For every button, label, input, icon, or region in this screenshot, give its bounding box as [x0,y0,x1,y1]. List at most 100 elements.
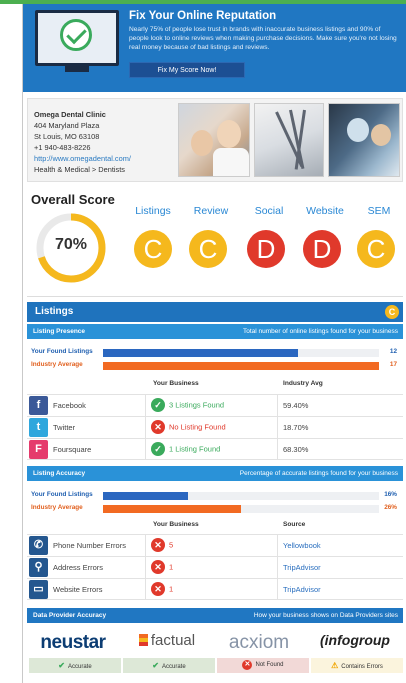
row-source-link[interactable]: TripAdvisor [283,585,321,594]
presence-avg-bar [103,362,379,370]
table-row: f Facebook ✓ 3 Listings Found 59.40% [27,394,403,416]
listings-section-header: Listings C [27,302,403,322]
category-label-review[interactable]: Review [181,205,241,217]
table-row: ⚲ Address Errors ✕ 1 TripAdvisor [27,556,403,578]
banner-title: Fix Your Online Reputation [129,10,277,22]
status-contains-errors: ⚠ Contains Errors [311,658,403,673]
accuracy-found-value: 16% [384,491,397,498]
facebook-icon: f [29,396,48,415]
business-phone: +1 940-483-8226 [34,143,91,152]
presence-found-row: Your Found Listings 12 [27,347,403,358]
phone-icon: ✆ [29,536,48,555]
status-accurate: ✔ Accurate [29,658,121,673]
dentist-patient-photo [178,103,250,177]
category-label-listings[interactable]: Listings [123,205,183,217]
business-name: Omega Dental Clinic [34,110,106,119]
banner-text: Nearly 75% of people lose trust in brand… [129,26,397,51]
acxiom-logo: acxiom [228,632,290,653]
cross-icon: ✕ [242,660,253,670]
table-row: t Twitter ✕ No Listing Found 18.70% [27,416,403,438]
overall-score-percent: 70% [54,236,88,253]
listing-accuracy-desc: Percentage of accurate listings found fo… [239,470,398,477]
grade-website: D [303,230,341,268]
foursquare-icon: F [29,440,48,459]
row-error-count: ✕ 1 [151,582,173,596]
accuracy-found-bar [103,492,188,500]
row-error-count: ✕ 1 [151,560,173,574]
presence-avg-label: Industry Average [31,361,83,368]
cross-icon: ✕ [151,560,165,574]
grade-listings: C [134,230,172,268]
infogroup-logo: (infogroup [320,632,390,648]
accuracy-table-header: Your Business Source [27,519,403,531]
col-industry-avg: Industry Avg [283,380,323,387]
listings-section-title: Listings [35,306,74,317]
monitor-check-icon [35,10,119,72]
presence-table-header: Your Business Industry Avg [27,378,403,390]
listing-presence-title: Listing Presence [33,328,86,335]
warning-icon: ⚠ [331,661,339,670]
listing-presence-desc: Total number of online listings found fo… [242,328,398,335]
cross-icon: ✕ [151,420,165,434]
business-category: Health & Medical > Dentists [34,165,125,174]
listing-presence-header: Listing Presence Total number of online … [27,324,403,339]
factual-logo: factual [123,632,211,649]
data-provider-desc: How your business shows on Data Provider… [253,612,398,619]
status-not-found: ✕ Not Found [217,658,309,673]
accuracy-avg-row: Industry Average 26% [27,503,403,514]
grade-review: C [189,230,227,268]
listing-accuracy-title: Listing Accuracy [33,470,86,477]
row-source-link[interactable]: Yellowbook [283,541,321,550]
row-industry-avg: 59.40% [283,401,309,410]
map-pin-icon: ⚲ [29,558,48,577]
accuracy-found-row: Your Found Listings 16% [27,490,403,501]
business-website-link[interactable]: http://www.omegadental.com/ [34,153,131,164]
row-status: ✓ 1 Listing Found [151,442,220,456]
category-label-website[interactable]: Website [295,205,355,217]
category-label-social[interactable]: Social [239,205,299,217]
listing-accuracy-header: Listing Accuracy Percentage of accurate … [27,466,403,481]
category-label-sem[interactable]: SEM [349,205,406,217]
check-icon: ✔ [152,661,159,670]
dental-tools-photo [254,103,324,177]
row-status: ✕ No Listing Found [151,420,226,434]
table-row: ✆ Phone Number Errors ✕ 5 Yellowbook [27,534,403,556]
report-page: Fix Your Online Reputation Nearly 75% of… [22,4,406,683]
business-address-line2: St Louis, MO 63108 [34,132,100,141]
row-error-name: Address Errors [53,563,104,572]
accuracy-found-label: Your Found Listings [31,491,93,498]
overall-score-title: Overall Score [31,192,115,207]
cross-icon: ✕ [151,538,165,552]
presence-avg-value: 17 [389,361,397,368]
col-source: Source [283,521,306,528]
accuracy-avg-value: 26% [384,504,397,511]
business-info: Omega Dental Clinic 404 Maryland Plaza S… [34,109,131,175]
data-provider-header: Data Provider Accuracy How your business… [27,608,403,623]
presence-found-value: 12 [389,348,397,355]
row-industry-avg: 18.70% [283,423,309,432]
score-category-labels: Listings Review Social Website SEM [123,205,405,219]
row-platform-name: Twitter [53,423,76,432]
grade-social: D [247,230,285,268]
accuracy-avg-label: Industry Average [31,504,83,511]
presence-found-bar [103,349,298,357]
row-error-count: ✕ 5 [151,538,173,552]
table-row: ▭ Website Errors ✕ 1 TripAdvisor [27,578,403,600]
monitor-icon: ▭ [29,580,48,599]
row-source-link[interactable]: TripAdvisor [283,563,321,572]
row-error-name: Phone Number Errors [53,541,126,550]
presence-avg-row: Industry Average 17 [27,360,403,371]
overall-score-gauge: 70% [35,212,107,284]
fix-score-button[interactable]: Fix My Score Now! [129,62,245,78]
col-your-business: Your Business [153,380,199,387]
cross-icon: ✕ [151,582,165,596]
col-your-business: Your Business [153,521,199,528]
factual-mark-icon [138,634,148,646]
twitter-icon: t [29,418,48,437]
check-icon: ✓ [151,398,165,412]
section-divider [27,296,403,297]
row-error-name: Website Errors [53,585,103,594]
accuracy-avg-bar [103,505,241,513]
data-provider-title: Data Provider Accuracy [33,612,107,619]
row-platform-name: Facebook [53,401,86,410]
